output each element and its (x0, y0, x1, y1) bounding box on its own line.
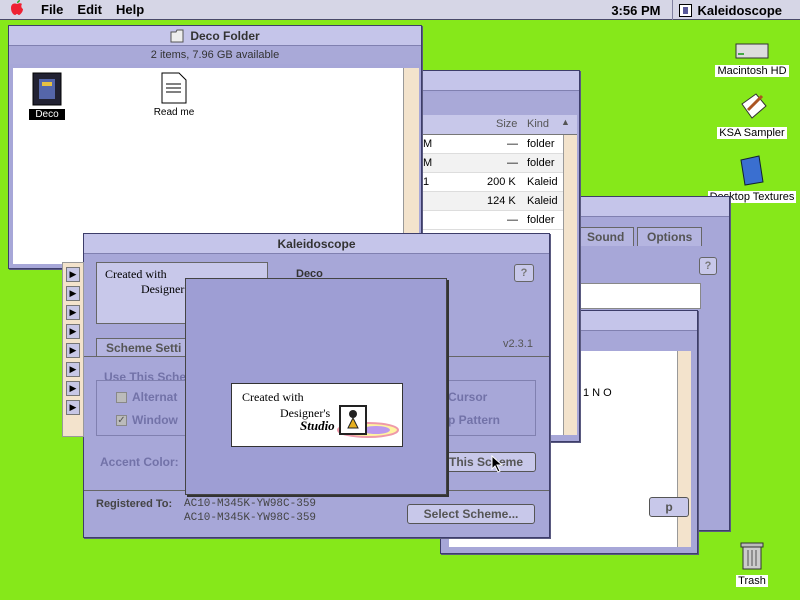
pattern-label: p Pattern (448, 413, 501, 427)
column-header-size[interactable]: Size (496, 118, 517, 130)
options-button[interactable]: p (649, 497, 689, 517)
disclosure-triangle-icon[interactable]: ▶ (66, 324, 80, 339)
designers-studio-logo-icon (337, 405, 399, 438)
splash-logo: Created with Designer's Studio (231, 383, 403, 447)
hard-disk-icon (735, 43, 769, 59)
disclosure-strip: ▶ ▶ ▶ ▶ ▶ ▶ ▶ ▶ (62, 262, 84, 437)
application-menu[interactable]: Kaleidoscope (672, 0, 800, 20)
window-titlebar[interactable] (419, 71, 579, 91)
help-icon[interactable]: ? (699, 257, 717, 275)
column-header-kind[interactable]: Kind (527, 118, 549, 130)
disclosure-triangle-icon[interactable]: ▶ (66, 362, 80, 377)
disclosure-triangle-icon[interactable]: ▶ (66, 400, 80, 415)
cursor-label: Cursor (448, 390, 488, 404)
application-icon (679, 3, 693, 17)
application-name: Kaleidoscope (697, 2, 782, 18)
window-checkbox[interactable]: ✓ (116, 415, 127, 426)
list-item[interactable]: M — folder (419, 135, 564, 154)
select-scheme-button[interactable]: Select Scheme... (407, 504, 535, 524)
window-titlebar[interactable]: Kaleidoscope (84, 234, 549, 254)
menu-clock[interactable]: 3:56 PM (599, 3, 672, 18)
mouse-pointer-icon (491, 455, 503, 473)
list-item[interactable]: 124 K Kaleid (419, 192, 564, 211)
menu-edit[interactable]: Edit (70, 2, 109, 17)
file-label: Deco (29, 109, 65, 120)
window-title: Deco Folder (190, 28, 260, 43)
desktop-icon-trash[interactable]: Trash (707, 540, 797, 587)
tab-options[interactable]: Options (637, 227, 703, 246)
document-icon (741, 93, 767, 119)
accent-color-label: Accent Color: (100, 455, 179, 469)
menu-file[interactable]: File (34, 2, 70, 17)
list-window-header (419, 93, 577, 115)
disclosure-triangle-icon[interactable]: ▶ (66, 381, 80, 396)
menu-help[interactable]: Help (109, 2, 151, 17)
menu-bar: File Edit Help 3:56 PM Kaleidoscope (0, 0, 800, 20)
registration-code: AC10-M345K-YW98C-359 (184, 512, 317, 524)
folder-icon (170, 29, 184, 42)
window-label: Window (132, 413, 178, 427)
item-label: 1 N O (583, 387, 612, 399)
file-label: Read me (153, 107, 195, 118)
registered-to-label: Registered To: (96, 498, 173, 510)
alternate-label: Alternat (132, 390, 178, 404)
tab-sound[interactable]: Sound (577, 227, 635, 246)
disclosure-triangle-icon[interactable]: ▶ (66, 286, 80, 301)
options-field (577, 283, 701, 309)
desktop-icon-ksa-sampler[interactable]: KSA Sampler (707, 92, 797, 139)
folder-status: 2 items, 7.96 GB available (9, 46, 421, 64)
use-this-scheme-button[interactable]: This Scheme (436, 452, 536, 472)
scheme-file-icon (32, 72, 62, 106)
help-icon[interactable]: ? (514, 264, 534, 282)
desktop-icon-macintosh-hd[interactable]: Macintosh HD (707, 40, 797, 77)
sort-order-icon[interactable]: ▲ (561, 117, 570, 127)
splash-window: Created with Designer's Studio (185, 278, 447, 495)
apple-menu-icon[interactable] (0, 0, 34, 19)
window-titlebar[interactable]: Deco Folder (9, 26, 421, 46)
registration-code: AC10-M345K-YW98C-359 (184, 498, 317, 510)
desktop-icon-label: Macintosh HD (715, 65, 789, 77)
tab-scheme-settings[interactable]: Scheme Setti (96, 338, 192, 357)
splash-logo-text: Studio (300, 418, 335, 433)
trash-icon (740, 542, 764, 570)
version-label: v2.3.1 (503, 338, 533, 350)
disclosure-triangle-icon[interactable]: ▶ (66, 267, 80, 282)
vertical-scrollbar[interactable] (563, 135, 577, 435)
file-icon-read-me[interactable]: Read me (149, 72, 199, 118)
disclosure-triangle-icon[interactable]: ▶ (66, 343, 80, 358)
list-item[interactable]: M — folder (419, 154, 564, 173)
window-titlebar[interactable] (561, 197, 729, 217)
desktop-icon-label: KSA Sampler (717, 127, 787, 139)
disclosure-triangle-icon[interactable]: ▶ (66, 305, 80, 320)
alternate-checkbox[interactable] (116, 392, 127, 403)
column-headers: Size Kind ▲ (419, 115, 577, 135)
desktop-icon-label: Trash (736, 575, 768, 587)
window-title: Kaleidoscope (277, 236, 356, 251)
folder-icon (740, 155, 764, 186)
list-item[interactable]: 1 200 K Kaleid (419, 173, 564, 192)
file-icon-deco[interactable]: Deco (29, 72, 65, 120)
splash-logo-text: Created with (242, 390, 304, 404)
list-item[interactable]: — folder (419, 211, 564, 230)
vertical-scrollbar[interactable] (677, 351, 691, 547)
text-document-icon (161, 72, 187, 104)
